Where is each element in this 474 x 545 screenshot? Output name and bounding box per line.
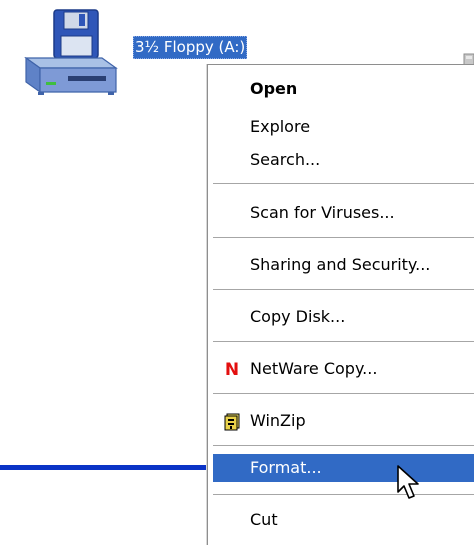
netware-n-icon: N	[224, 360, 240, 380]
taskbar-edge	[0, 465, 212, 470]
menu-item-label: Scan for Viruses...	[250, 203, 395, 222]
menu-item-label: WinZip	[250, 411, 306, 430]
menu-separator	[213, 445, 474, 446]
menu-separator	[213, 237, 474, 238]
floppy-drive-icon	[24, 9, 118, 95]
menu-item-label: NetWare Copy...	[250, 359, 378, 378]
winzip-icon	[224, 413, 240, 431]
menu-item-label: Open	[250, 79, 298, 98]
menu-item-copy-disk[interactable]: Copy Disk...	[213, 303, 474, 331]
drive-label[interactable]: 3½ Floppy (A:)	[133, 36, 248, 59]
menu-item-label: Format...	[250, 458, 322, 477]
menu-item-label: Cut	[250, 510, 278, 529]
menu-item-label: Search...	[250, 150, 321, 169]
menu-separator	[213, 183, 474, 184]
menu-item-label: Sharing and Security...	[250, 255, 431, 274]
menu-item-cut[interactable]: Cut	[213, 506, 474, 534]
menu-separator	[213, 494, 474, 495]
menu-item-netware-copy[interactable]: N NetWare Copy...	[213, 355, 474, 383]
menu-item-search[interactable]: Search...	[213, 146, 474, 174]
menu-item-format[interactable]: Format...	[213, 454, 474, 482]
menu-item-winzip[interactable]: WinZip	[213, 407, 474, 435]
menu-separator	[213, 289, 474, 290]
menu-item-explore[interactable]: Explore	[213, 113, 474, 141]
menu-item-sharing-security[interactable]: Sharing and Security...	[213, 251, 474, 279]
menu-item-label: Explore	[250, 117, 311, 136]
menu-item-scan-for-viruses[interactable]: Scan for Viruses...	[213, 199, 474, 227]
context-menu: Open Explore Search... Scan for Viruses.…	[207, 64, 474, 545]
mouse-cursor-icon	[397, 465, 419, 499]
menu-separator	[213, 341, 474, 342]
menu-separator	[213, 393, 474, 394]
menu-item-label: Copy Disk...	[250, 307, 346, 326]
menu-item-open[interactable]: Open	[213, 75, 474, 103]
